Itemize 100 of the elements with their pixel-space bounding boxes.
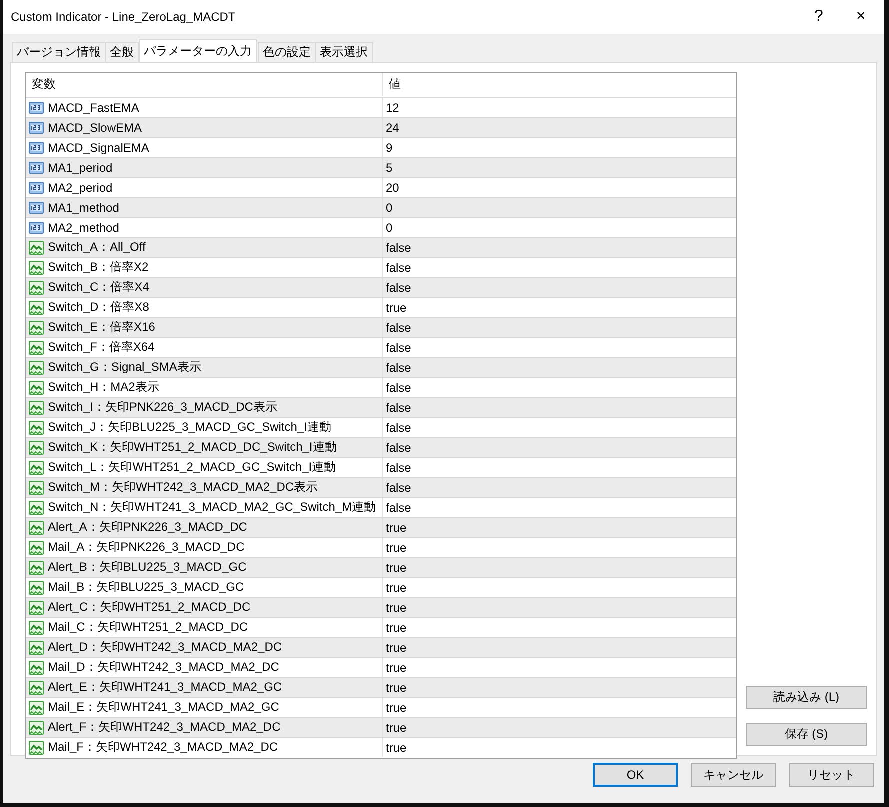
chart-icon — [29, 620, 44, 634]
number-icon — [29, 120, 44, 134]
chart-icon — [29, 720, 44, 734]
dialog-button[interactable]: OK — [593, 763, 678, 787]
parameter-name: Switch_C：倍率X4 — [48, 279, 150, 296]
parameter-name: MACD_SlowEMA — [48, 120, 142, 134]
chart-icon — [29, 300, 44, 314]
parameter-value: false — [386, 360, 412, 374]
parameter-name: Mail_F：矢印WHT242_3_MACD_MA2_DC — [48, 739, 278, 756]
parameter-name: Alert_C：矢印WHT251_2_MACD_DC — [48, 599, 251, 616]
parameter-value: true — [386, 660, 407, 674]
parameter-value: 5 — [386, 160, 393, 174]
tab[interactable]: バージョン情報 — [12, 42, 106, 62]
chart-icon — [29, 740, 44, 754]
chart-icon — [29, 640, 44, 654]
parameter-value: true — [386, 740, 407, 754]
parameter-value: 0 — [386, 200, 393, 214]
parameter-value: false — [386, 320, 412, 334]
tab[interactable]: 全般 — [105, 42, 139, 62]
parameter-value: 24 — [386, 120, 400, 134]
parameter-name: Switch_D：倍率X8 — [48, 299, 150, 316]
chart-icon — [29, 420, 44, 434]
parameter-name: Mail_E：矢印WHT241_3_MACD_MA2_GC — [48, 699, 280, 716]
parameter-name: Switch_M：矢印WHT242_3_MACD_MA2_DC表示 — [48, 479, 318, 496]
parameter-name: Switch_N：矢印WHT241_3_MACD_MA2_GC_Switch_M連動 — [48, 499, 376, 516]
column-header[interactable]: 変数 — [26, 73, 383, 96]
parameter-value: false — [386, 340, 412, 354]
parameter-value: true — [386, 720, 407, 734]
chart-icon — [29, 480, 44, 494]
parameter-value: false — [386, 460, 412, 474]
parameter-name: Alert_D：矢印WHT242_3_MACD_MA2_DC — [48, 639, 282, 656]
parameter-name: Switch_I：矢印PNK226_3_MACD_DC表示 — [48, 399, 278, 416]
number-icon — [29, 180, 44, 194]
parameter-value: true — [386, 560, 407, 574]
chart-icon — [29, 400, 44, 414]
parameter-name: Switch_K：矢印WHT251_2_MACD_DC_Switch_I連動 — [48, 439, 337, 456]
parameter-value: true — [386, 600, 407, 614]
window-title: Custom Indicator - Line_ZeroLag_MACDT — [11, 10, 236, 24]
parameter-name: Alert_E：矢印WHT241_3_MACD_MA2_GC — [48, 679, 282, 696]
parameter-name: Mail_A：矢印PNK226_3_MACD_DC — [48, 539, 245, 556]
parameter-name: Switch_F：倍率X64 — [48, 339, 155, 356]
parameter-name: Alert_B：矢印BLU225_3_MACD_GC — [48, 559, 247, 576]
parameter-value: false — [386, 380, 412, 394]
parameter-value: false — [386, 260, 412, 274]
parameter-value: false — [386, 280, 412, 294]
parameter-value: false — [386, 420, 412, 434]
parameter-value: 20 — [386, 180, 400, 194]
side-button[interactable]: 保存 (S) — [746, 723, 867, 746]
dialog-button[interactable]: リセット — [789, 763, 874, 787]
parameter-name: Switch_E：倍率X16 — [48, 319, 156, 336]
parameter-name: MA1_method — [48, 200, 120, 214]
number-icon — [29, 140, 44, 154]
parameter-name: MACD_SignalEMA — [48, 140, 150, 154]
chart-icon — [29, 240, 44, 254]
dialog-button[interactable]: キャンセル — [691, 763, 776, 787]
chart-icon — [29, 500, 44, 514]
parameter-name: Mail_C：矢印WHT251_2_MACD_DC — [48, 619, 248, 636]
chart-icon — [29, 700, 44, 714]
chart-icon — [29, 520, 44, 534]
parameter-value: true — [386, 300, 407, 314]
number-icon — [29, 200, 44, 214]
chart-icon — [29, 440, 44, 454]
parameter-value: false — [386, 500, 412, 514]
help-button[interactable]: ? — [800, 2, 838, 32]
chart-icon — [29, 560, 44, 574]
chart-icon — [29, 260, 44, 274]
parameter-name: Alert_F：矢印WHT242_3_MACD_MA2_DC — [48, 719, 281, 736]
parameter-name: Alert_A：矢印PNK226_3_MACD_DC — [48, 519, 248, 536]
column-header[interactable]: 値 — [383, 73, 736, 96]
tab[interactable]: 表示選択 — [315, 42, 373, 62]
parameter-name: Switch_G：Signal_SMA表示 — [48, 359, 202, 376]
close-button[interactable]: × — [842, 2, 880, 32]
parameter-value: true — [386, 700, 407, 714]
parameter-name: Mail_B：矢印BLU225_3_MACD_GC — [48, 579, 244, 596]
chart-icon — [29, 660, 44, 674]
chart-icon — [29, 680, 44, 694]
tab[interactable]: パラメーターの入力 — [139, 39, 257, 62]
chart-icon — [29, 340, 44, 354]
parameter-value: true — [386, 580, 407, 594]
parameter-value: true — [386, 540, 407, 554]
parameter-name: Switch_L：矢印WHT251_2_MACD_GC_Switch_I連動 — [48, 459, 336, 476]
parameter-value: true — [386, 640, 407, 654]
parameter-name: MA1_period — [48, 160, 113, 174]
chart-icon — [29, 380, 44, 394]
number-icon — [29, 100, 44, 114]
parameter-value: 0 — [386, 220, 393, 234]
tab[interactable]: 色の設定 — [258, 42, 316, 62]
parameter-name: Switch_J：矢印BLU225_3_MACD_GC_Switch_I連動 — [48, 419, 332, 436]
chart-icon — [29, 320, 44, 334]
parameter-value: false — [386, 240, 412, 254]
parameter-name: Mail_D：矢印WHT242_3_MACD_MA2_DC — [48, 659, 280, 676]
chart-icon — [29, 360, 44, 374]
side-button[interactable]: 読み込み (L) — [746, 686, 867, 709]
chart-icon — [29, 540, 44, 554]
chart-icon — [29, 600, 44, 614]
parameter-value: 9 — [386, 140, 393, 154]
parameter-value: true — [386, 680, 407, 694]
parameter-value: true — [386, 520, 407, 534]
number-icon — [29, 220, 44, 234]
parameter-name: Switch_A：All_Off — [48, 239, 146, 256]
